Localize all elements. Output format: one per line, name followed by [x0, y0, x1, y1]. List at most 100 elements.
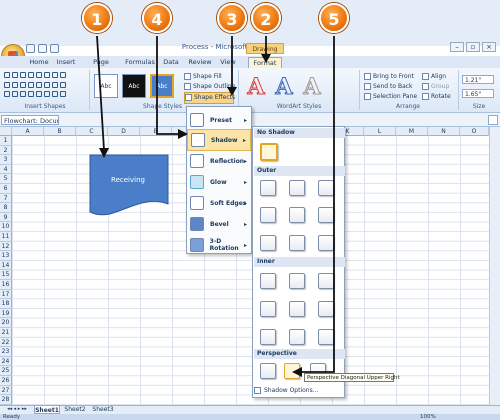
row-header[interactable]: 17 [0, 289, 12, 300]
shadow-option-inner[interactable] [289, 301, 305, 317]
row-header[interactable]: 18 [0, 299, 12, 309]
tab-view[interactable]: View [218, 57, 238, 68]
row-header[interactable]: 16 [0, 280, 12, 290]
row-header[interactable]: 19 [0, 308, 12, 319]
column-header-c[interactable]: C [76, 127, 108, 136]
row-header[interactable]: 26 [0, 376, 12, 386]
shape-fill-button[interactable]: Shape Fill [184, 72, 234, 82]
tab-insert[interactable]: Insert [54, 57, 78, 68]
row-header[interactable]: 3 [0, 155, 12, 165]
shape-style-thumb-black[interactable]: Abc [122, 74, 146, 98]
tab-formulas[interactable]: Formulas [124, 57, 156, 68]
shape-height-field[interactable]: 1.21" [462, 75, 494, 84]
row-header[interactable]: 7 [0, 193, 12, 204]
column-header-l[interactable]: L [364, 127, 396, 136]
row-header[interactable]: 20 [0, 318, 12, 328]
shadow-option-outer[interactable] [318, 207, 334, 223]
sheet-nav-buttons[interactable]: ◂◂ ◂ ▸ ▸▸ [2, 405, 32, 414]
shadow-option-perspective-diagonal-upper-right[interactable] [284, 363, 300, 379]
sheet-tab-sheet3[interactable]: Sheet3 [90, 405, 116, 414]
shape-style-thumb-white[interactable]: Abc [94, 74, 118, 98]
row-header[interactable]: 12 [0, 241, 12, 252]
sheet-tab-sheet1[interactable]: Sheet1 [34, 405, 60, 414]
menu-item-shadow[interactable]: Shadow ▸ [187, 129, 251, 151]
minimize-button[interactable]: – [450, 42, 464, 52]
close-button[interactable]: × [482, 42, 496, 52]
column-header-b[interactable]: B [44, 127, 76, 136]
shape-outline-button[interactable]: Shape Outline [184, 82, 235, 92]
shadow-option-outer[interactable] [260, 235, 276, 251]
shadow-option-inner[interactable] [318, 329, 334, 345]
maximize-button[interactable]: ▫ [466, 42, 480, 52]
column-header-n[interactable]: N [428, 127, 460, 136]
row-header[interactable]: 25 [0, 366, 12, 376]
menu-item-preset[interactable]: Preset ▸ [187, 109, 251, 131]
no-shadow-option[interactable] [260, 143, 278, 161]
row-header[interactable]: 10 [0, 222, 12, 232]
zoom-level[interactable]: 100% [420, 414, 436, 420]
select-all-corner[interactable] [0, 127, 12, 136]
shadow-option-perspective[interactable] [260, 363, 276, 379]
row-header[interactable]: 9 [0, 212, 12, 223]
tab-format[interactable]: Format [248, 57, 282, 68]
row-header[interactable]: 8 [0, 203, 12, 213]
row-header[interactable]: 22 [0, 337, 12, 348]
menu-item-bevel[interactable]: Bevel ▸ [187, 213, 251, 235]
group-button[interactable]: Group [422, 82, 456, 92]
shadow-option-outer[interactable] [260, 207, 276, 223]
column-header-a[interactable]: A [12, 127, 44, 136]
shadow-option-outer[interactable] [289, 207, 305, 223]
row-header[interactable]: 11 [0, 232, 12, 242]
sheet-tab-sheet2[interactable]: Sheet2 [62, 405, 88, 414]
insert-shapes-gallery[interactable] [4, 72, 68, 100]
shadow-option-outer[interactable] [289, 180, 305, 196]
shadow-option-outer[interactable] [289, 235, 305, 251]
column-header-d[interactable]: D [108, 127, 140, 136]
shadow-option-inner[interactable] [318, 273, 334, 289]
row-header[interactable]: 2 [0, 145, 12, 156]
shadow-option-inner[interactable] [289, 329, 305, 345]
menu-item-reflection[interactable]: Reflection ▸ [187, 150, 251, 172]
send-to-back-button[interactable]: Send to Back [364, 82, 424, 92]
shape-style-thumb-blue[interactable]: Abc [150, 74, 174, 98]
selection-pane-button[interactable]: Selection Pane [364, 92, 424, 102]
shadow-option-inner[interactable] [289, 273, 305, 289]
vertical-scrollbar[interactable] [489, 127, 500, 405]
undo-icon[interactable] [38, 44, 47, 53]
row-header[interactable]: 13 [0, 251, 12, 261]
menu-item-glow[interactable]: Glow ▸ [187, 171, 251, 193]
bring-to-front-button[interactable]: Bring to Front [364, 72, 424, 82]
shadow-option-inner[interactable] [318, 301, 334, 317]
row-header[interactable]: 23 [0, 347, 12, 357]
row-header[interactable]: 1 [0, 136, 12, 146]
save-icon[interactable] [26, 44, 35, 53]
column-header-m[interactable]: M [396, 127, 428, 136]
tab-page-layout[interactable]: Page Layout [82, 57, 120, 77]
redo-icon[interactable] [50, 44, 59, 53]
row-header[interactable]: 24 [0, 356, 12, 367]
column-header-o[interactable]: O [460, 127, 489, 136]
column-header-e[interactable]: E [140, 127, 172, 136]
name-box[interactable]: Flowchart: Documen... [1, 115, 59, 125]
row-header[interactable]: 5 [0, 174, 12, 184]
tab-data[interactable]: Data [160, 57, 182, 68]
align-button[interactable]: Align [422, 72, 456, 82]
rotate-button[interactable]: Rotate [422, 92, 456, 102]
wordart-style-red[interactable]: A [244, 74, 268, 101]
wordart-style-blue[interactable]: A [272, 74, 296, 101]
shape-width-field[interactable]: 1.65" [462, 89, 494, 98]
row-header[interactable]: 6 [0, 184, 12, 194]
menu-item-soft-edges[interactable]: Soft Edges ▸ [187, 192, 251, 214]
shadow-option-inner[interactable] [260, 273, 276, 289]
tab-home[interactable]: Home [28, 57, 50, 68]
row-header[interactable]: 28 [0, 395, 12, 405]
shadow-option-outer[interactable] [260, 180, 276, 196]
shadow-option-outer[interactable] [318, 180, 334, 196]
row-header[interactable]: 21 [0, 328, 12, 338]
expand-formula-bar-button[interactable] [488, 115, 498, 125]
row-header[interactable]: 27 [0, 385, 12, 396]
shadow-options-link[interactable]: Shadow Options... [254, 387, 318, 394]
shadow-option-outer[interactable] [318, 235, 334, 251]
tab-review[interactable]: Review [186, 57, 214, 68]
row-header[interactable]: 15 [0, 270, 12, 280]
